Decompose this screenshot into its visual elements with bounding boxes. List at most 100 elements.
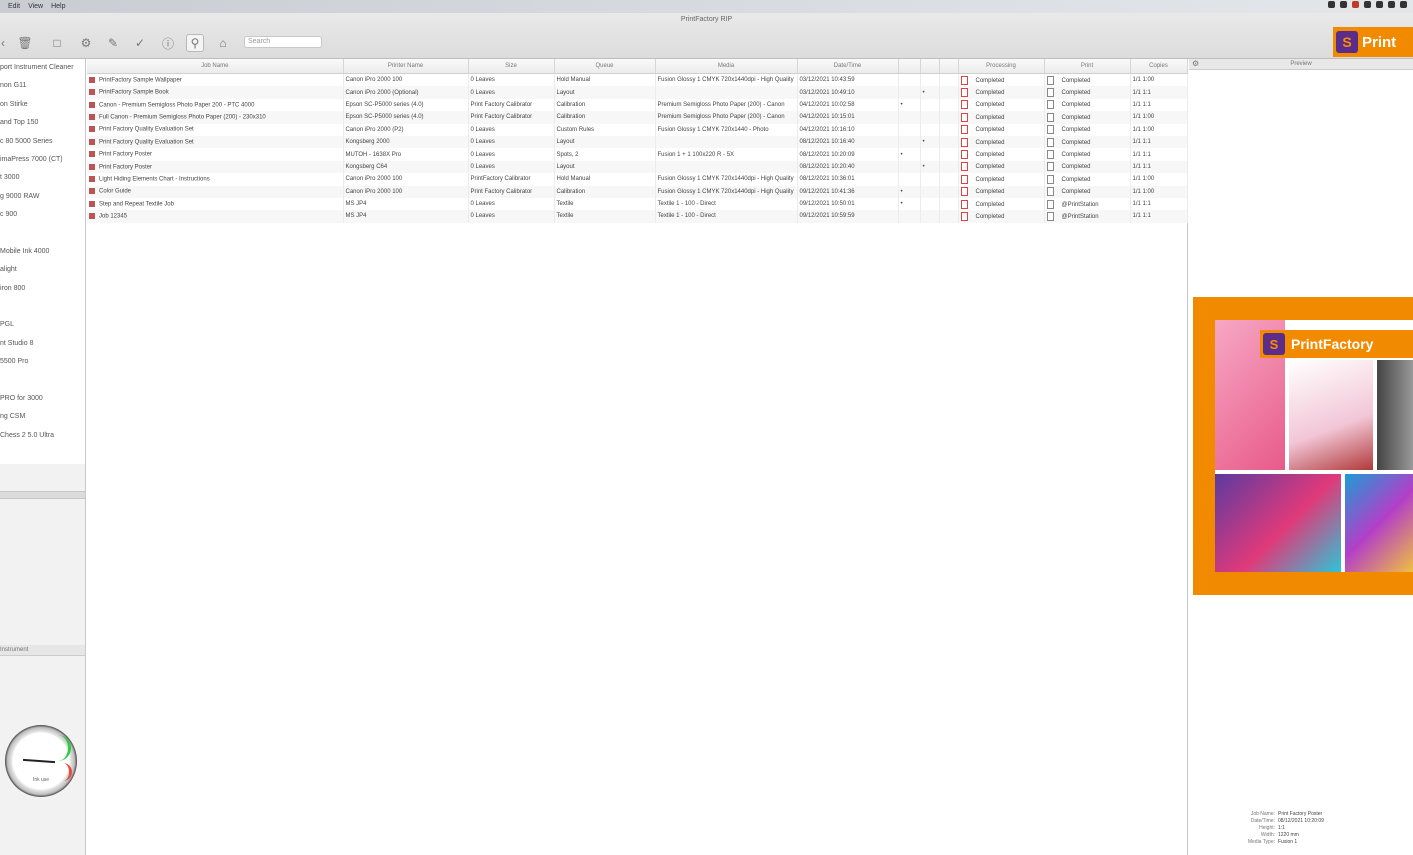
sidebar-printer-item[interactable]: 5500 Pro [0, 353, 85, 371]
table-row[interactable]: Canon - Premium Semigloss Photo Paper 20… [87, 98, 1188, 112]
status-icon[interactable] [1340, 1, 1347, 8]
back-icon[interactable]: ‹ [0, 34, 12, 52]
table-row[interactable]: PrintFactory Sample Book Canon iPro 2000 … [87, 86, 1188, 99]
cell-text: Layout [556, 163, 575, 170]
table-cell: Premium Semigloss Photo Paper (200) - Ca… [655, 98, 798, 112]
column-header[interactable]: Printer Name [343, 59, 469, 74]
table-cell: • [898, 98, 921, 112]
status-icon[interactable] [1364, 1, 1371, 8]
table-row[interactable]: Step and Repeat Textile Job MS JP4 0 Leave… [87, 197, 1188, 211]
cell-text: Epson SC-P5000 series (4.0) [345, 114, 424, 121]
table-row[interactable]: Print Factory Poster MUTOH - 1638X Pro 0 L… [87, 148, 1188, 161]
table-row[interactable]: Print Factory Poster Kongsberg C64 0 Leave… [87, 160, 1188, 174]
table-row[interactable]: Print Factory Quality Evaluation Set Kong… [87, 135, 1188, 149]
home-icon[interactable]: ⌂ [214, 34, 232, 52]
table-row[interactable]: Print Factory Quality Evaluation Set Cano… [87, 123, 1188, 136]
column-header[interactable]: Job Name [87, 59, 344, 74]
menu-view[interactable]: View [28, 3, 43, 10]
table-cell [920, 185, 940, 198]
cell-text: Completed [975, 176, 1005, 183]
column-header[interactable]: Processing [958, 59, 1045, 74]
table-cell: 0 Leaves [468, 135, 555, 149]
sidebar-printer-item[interactable]: PRO for 3000 [0, 390, 85, 408]
status-icon[interactable] [1376, 1, 1383, 8]
metadata-key: Height: [1259, 825, 1275, 831]
wifi-icon[interactable] [1388, 1, 1395, 8]
sidebar-printer-item[interactable]: t 3000 [0, 169, 85, 187]
settings-icon[interactable]: ⚙ [77, 34, 95, 52]
table-cell: Completed [958, 111, 1045, 124]
cell-text: Completed [975, 139, 1005, 146]
sidebar-printer-item[interactable]: alight [0, 261, 85, 279]
check-icon[interactable]: ✓ [131, 34, 149, 52]
table-cell: Print Factory Calibrator [468, 98, 555, 112]
column-header-lock-icon[interactable] [898, 59, 921, 74]
column-header-flag-icon[interactable] [939, 59, 959, 74]
column-header[interactable]: Copies [1130, 59, 1188, 74]
sidebar-printer-item[interactable]: c 80 5000 Series [0, 133, 85, 151]
new-document-icon[interactable]: □ [48, 34, 66, 52]
table-cell: 1/1 1:1 [1130, 197, 1188, 211]
trash-icon[interactable]: 🗑 [16, 34, 34, 52]
search-icon[interactable]: ⚲ [186, 34, 204, 52]
status-icon[interactable] [1352, 1, 1359, 8]
menu-help[interactable]: Help [51, 3, 65, 10]
battery-icon[interactable] [1400, 1, 1407, 8]
table-cell: 1/1 1:00 [1130, 123, 1188, 136]
menu-edit[interactable]: Edit [8, 3, 20, 10]
sidebar-printer-item[interactable]: non G11 [0, 77, 85, 95]
sidebar-printer-item[interactable]: on Stirke [0, 96, 85, 114]
table-row[interactable]: PrintFactory Sample Wallpaper Canon iPro … [87, 73, 1188, 87]
sidebar-printer-item[interactable] [0, 298, 85, 316]
status-icon[interactable] [1328, 1, 1335, 8]
table-cell: 1/1 1:00 [1130, 73, 1188, 87]
cell-text: 04/12/2021 10:02:58 [799, 101, 855, 108]
gauge-green-arc [54, 735, 71, 761]
table-cell: Canon iPro 2000 100 [343, 73, 469, 87]
table-cell: Layout [554, 135, 656, 149]
sidebar-printer-item[interactable]: and Top 150 [0, 114, 85, 132]
cell-text: Completed [975, 152, 1005, 159]
sidebar-divider[interactable] [0, 491, 85, 499]
preview-thumbnail[interactable]: S PrintFactory [1193, 297, 1413, 595]
table-cell: Completed [958, 210, 1045, 223]
table-cell: Spots, 2 [554, 148, 656, 161]
cell-text: Completed [1061, 189, 1091, 196]
pdf-icon [960, 125, 968, 135]
table-row[interactable]: Color Guide Canon iPro 2000 100 Print Fact… [87, 185, 1188, 198]
sidebar-printer-item[interactable]: ng CSM [0, 408, 85, 426]
pdf-icon [960, 112, 968, 122]
sidebar-printer-item[interactable]: port Instrument Cleaner [0, 59, 85, 77]
sidebar-printer-item[interactable]: g 9000 RAW [0, 188, 85, 206]
sidebar-printer-item[interactable] [0, 372, 85, 390]
cell-text: Hold Manual [556, 176, 591, 183]
sidebar-printer-item[interactable]: Mobile Ink 4000 [0, 243, 85, 261]
column-header-pin-icon[interactable] [920, 59, 940, 74]
table-cell: Textile [554, 210, 656, 223]
search-input[interactable]: Search [244, 36, 322, 48]
sidebar-printer-item[interactable]: iron 800 [0, 280, 85, 298]
sidebar-printer-item[interactable] [0, 225, 85, 243]
table-cell: • [898, 185, 921, 198]
sidebar-printer-item[interactable]: imaPress 7000 (CT) [0, 151, 85, 169]
info-icon[interactable]: ⓘ [159, 34, 177, 52]
sidebar-printer-item[interactable]: Chess 2 5.0 Ultra [0, 427, 85, 445]
column-header[interactable]: Queue [554, 59, 656, 74]
cell-text: MS JP4 [345, 201, 367, 208]
gear-icon[interactable]: ⚙ [1192, 59, 1199, 69]
table-row[interactable]: Full Canon - Premium Semigloss Photo Pap… [87, 111, 1188, 124]
sidebar-printer-item[interactable]: c 900 [0, 206, 85, 224]
table-row[interactable]: Job 12345 MS JP4 0 Leaves Textile Textile 1 … [87, 210, 1188, 223]
table-cell [655, 86, 798, 99]
cell-text: @PrintStation [1061, 214, 1099, 221]
column-header[interactable]: Media [655, 59, 798, 74]
cell-text: 09/12/2021 10:41:36 [799, 188, 855, 195]
table-cell: Completed [1044, 135, 1131, 149]
sidebar-printer-item[interactable]: PGL [0, 316, 85, 334]
column-header[interactable]: Print [1044, 59, 1131, 74]
edit-icon[interactable]: ✎ [104, 34, 122, 52]
table-row[interactable]: Light Hiding Elements Chart - Instructio… [87, 173, 1188, 186]
column-header[interactable]: Date/Time [797, 59, 899, 74]
sidebar-printer-item[interactable]: nt Studio 8 [0, 335, 85, 353]
column-header[interactable]: Size [468, 59, 555, 74]
